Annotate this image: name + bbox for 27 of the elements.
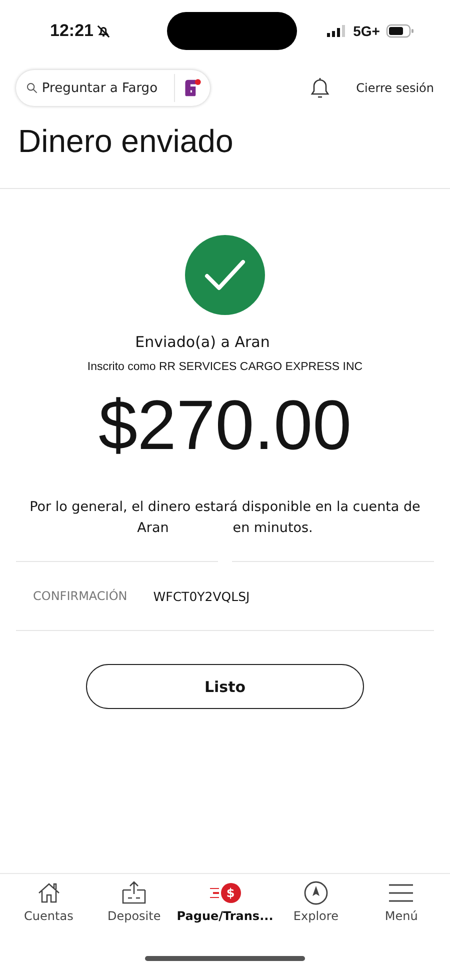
search-icon	[26, 80, 38, 96]
nav-tab[interactable]: Cuentas	[6, 880, 92, 932]
nav-tab[interactable]: Menú	[358, 880, 444, 932]
availability-note: Por lo general, el dinero estará disponible en la cuenta de	[30, 498, 420, 517]
recipient-name-text: Aran	[137, 519, 169, 538]
battery-icon	[386, 24, 414, 38]
muted-bell-icon	[96, 24, 112, 38]
done-button[interactable]: Listo	[86, 664, 364, 709]
logout-link[interactable]: Cierre sesión	[356, 81, 434, 95]
deposit-icon	[120, 880, 148, 906]
recipient-text: Enviado(a) a Aran	[135, 333, 270, 351]
enrolled-name-text: Inscrito como RR SERVICES CARGO EXPRESS INC	[87, 361, 363, 373]
availability-time-text: en minutos.	[232, 519, 313, 538]
page-title: Dinero enviado	[18, 122, 234, 160]
network-label: 5G+	[353, 23, 380, 39]
nav-tab[interactable]: Explore	[273, 880, 359, 932]
nav-tab[interactable]: Deposite	[91, 880, 177, 932]
amount-text: $270.00	[98, 385, 352, 466]
confirmation-label: CONFIRMACIÓN	[33, 589, 128, 603]
signal-icon	[327, 25, 348, 37]
confirmation-number: WFCT0Y2VQLSJ	[153, 588, 250, 604]
compass-icon	[302, 880, 329, 906]
status-time: 12:21	[50, 21, 94, 41]
success-check-icon	[185, 235, 265, 315]
nav-tab[interactable]: $ Pague/Trans...	[176, 880, 274, 932]
search-field[interactable]: Preguntar a Fargo	[42, 80, 170, 96]
notification-bell-icon[interactable]	[309, 76, 331, 100]
